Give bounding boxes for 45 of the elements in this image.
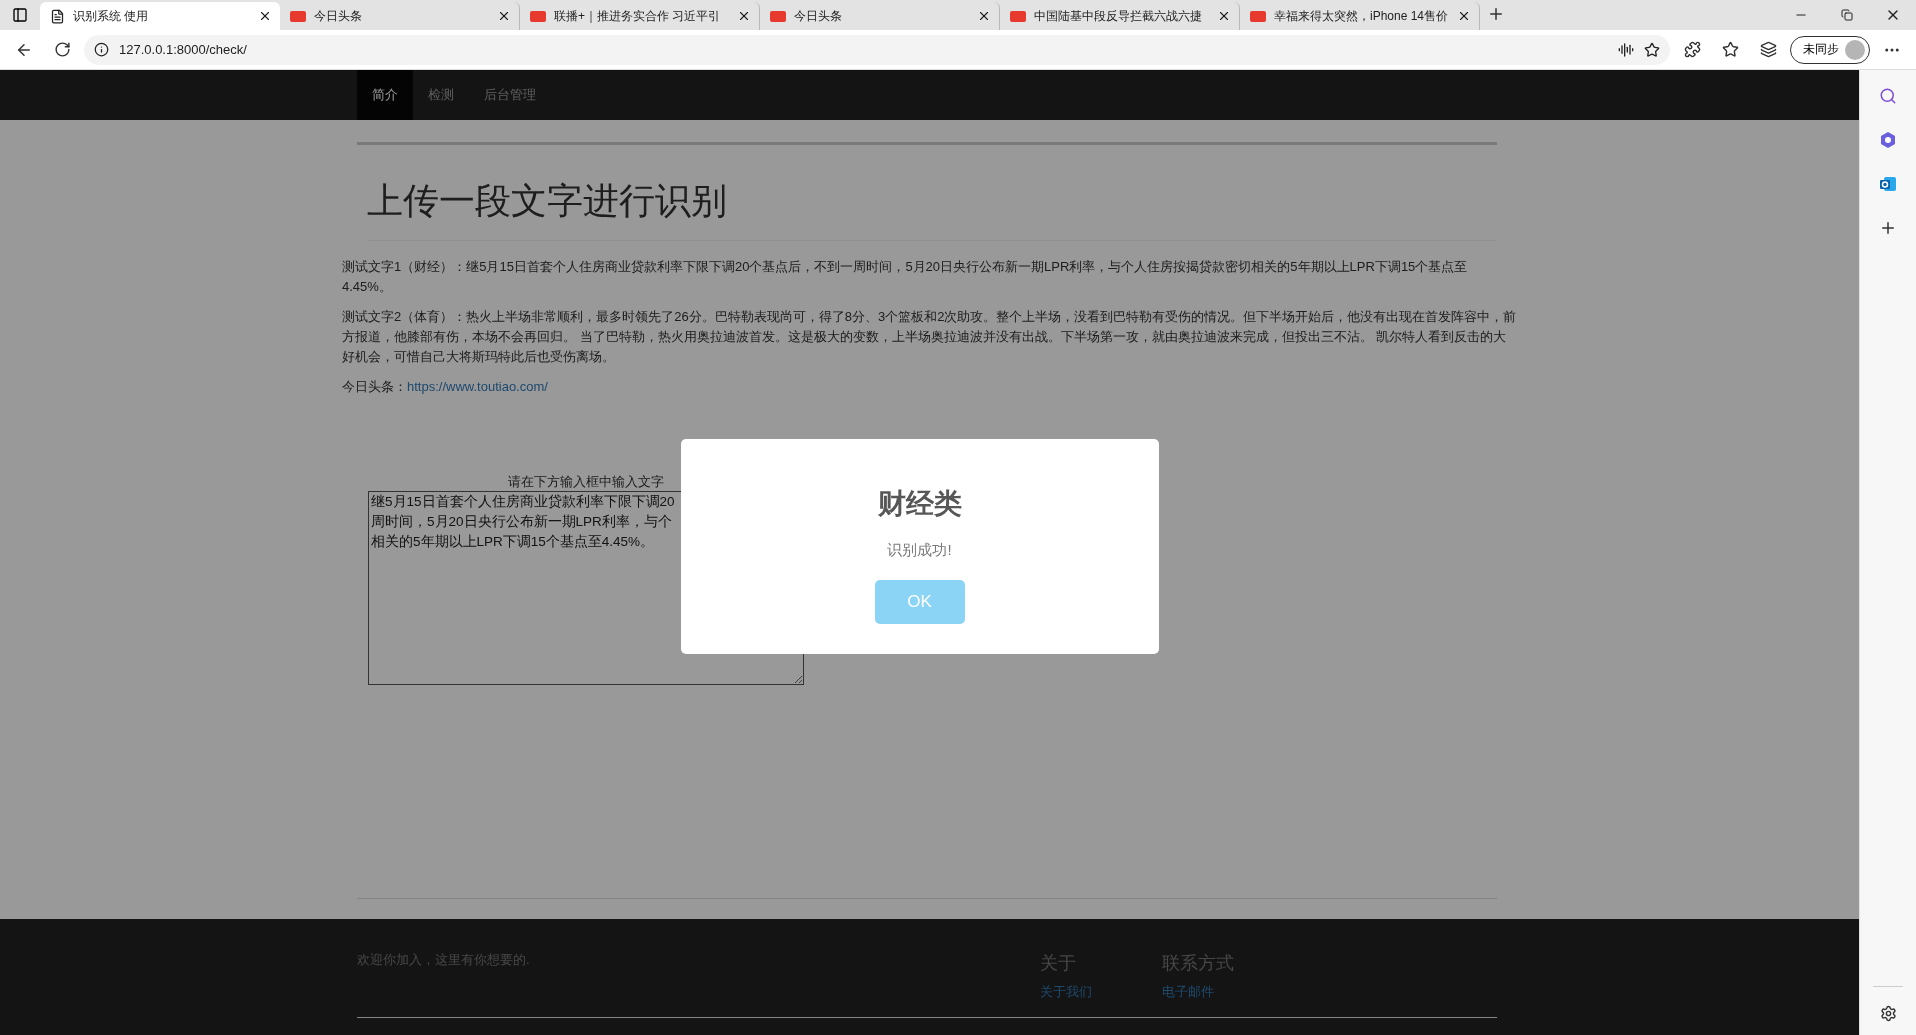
tab-title: 今日头条 (314, 7, 363, 25)
link-line: 今日头条：https://www.toutiao.com/ (342, 378, 549, 396)
tab-title: 联播+｜推进务实合作 习近平引 (554, 7, 722, 25)
restore-icon[interactable] (1841, 9, 1853, 21)
plus-icon[interactable] (1487, 5, 1505, 23)
close-icon[interactable] (497, 9, 511, 23)
browser-tab[interactable]: 识别系统 使用 (40, 2, 280, 30)
info-icon[interactable] (94, 42, 109, 57)
close-icon[interactable] (1457, 9, 1471, 23)
tab-title: 识别系统 使用 (73, 7, 150, 25)
news-icon (770, 10, 786, 22)
hexagon-icon[interactable] (1879, 131, 1897, 149)
nav-link[interactable]: 简介 (357, 70, 413, 120)
sample-text: 测试文字1（财经）：继5月15日首套个人住房商业贷款利率下限下调20个基点后，不到一周时间，5月20日央行公布新一期LPR利率，与个人住房按揭贷款密切相关的5年期以上LPR下调15个基点至4.45%。 (342, 258, 1469, 296)
input-label: 请在下方输入框中输入文字 (508, 473, 664, 491)
profile-button[interactable]: 未同步 (1790, 35, 1870, 64)
favorite-icon[interactable] (1644, 41, 1660, 58)
close-icon[interactable] (737, 9, 751, 23)
url-text: 127.0.0.1:8000/check/ (119, 42, 248, 57)
plus-icon[interactable] (1879, 219, 1897, 237)
dialog-message: 识别成功! (887, 541, 952, 560)
read-aloud-icon[interactable] (1618, 41, 1634, 58)
search-icon[interactable] (1879, 87, 1897, 105)
sample-text: 测试文字2（体育）：热火上半场非常顺利，最多时领先了26分。巴特勒表现尚可，得了8分、3个篮板和2次助攻。整个上半场，没看到巴特勒有受伤的情况。但下半场开始后，他没有出现在首发阵容中，前方报道，他膝部有伤，本场不会再回归。 当了巴特勒，热火用奥拉迪波首发。这是极大的变数，上半场奥拉迪波并没有出战。下半场第一攻，就由奥拉迪波来完成，但投出三不沾。 凯尔特人看到反击的大好机会，可惜自己大将斯玛特此后也受伤离场。 (342, 308, 1517, 366)
news-icon (1010, 10, 1026, 22)
close-icon[interactable] (1217, 9, 1231, 23)
dialog-title: 财经类 (877, 487, 962, 521)
star-icon[interactable] (1721, 41, 1739, 58)
puzzle-icon[interactable] (1683, 41, 1701, 58)
settings-icon[interactable] (1879, 1004, 1897, 1022)
tab-title: 今日头条 (794, 7, 843, 25)
close-icon[interactable] (977, 9, 991, 23)
tab-title: 幸福来得太突然，iPhone 14售价 (1274, 7, 1449, 25)
refresh-icon[interactable] (53, 41, 71, 58)
news-icon (290, 10, 306, 22)
layers-icon[interactable] (1759, 41, 1777, 58)
tab-title: 中国陆基中段反导拦截六战六捷 (1034, 7, 1203, 25)
news-icon (1250, 10, 1266, 22)
close-icon[interactable] (258, 9, 272, 23)
mail-icon[interactable] (1879, 175, 1897, 193)
news-icon (530, 10, 546, 22)
page-heading: 上传一段文字进行识别 (367, 145, 1497, 241)
page-icon (50, 8, 65, 24)
tab-actions-icon[interactable] (12, 7, 28, 23)
address-bar[interactable]: 127.0.0.1:8000/check/ (84, 34, 1670, 65)
